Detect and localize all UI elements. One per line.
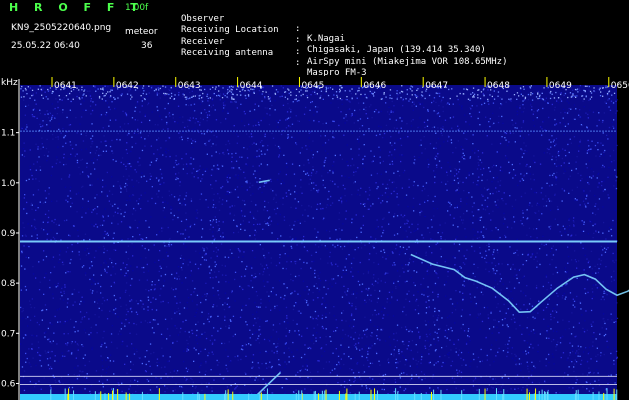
meta-row-location: Receiving Location : Chigasaki, Japan (1…	[181, 15, 486, 55]
x-tick-label: 0649	[549, 81, 572, 91]
meteor-count: 36	[141, 41, 153, 51]
spectrogram-field	[20, 85, 617, 396]
spectrogram-chart: kHz 1.1 1.0 0.9 0.8 0.7 0.6 0641 0642 0643 0644 064…	[0, 76, 629, 400]
meta-value: Chigasaki, Japan (139.414 35.340)	[307, 45, 486, 55]
app-version: 1.00f	[125, 3, 149, 13]
y-tick-label: 1.0	[1, 179, 16, 189]
x-tick-label: 0648	[487, 81, 510, 91]
capture-datetime: 25.05.22 06:40	[11, 41, 80, 51]
meteor-label: meteor	[125, 27, 158, 37]
y-tick-label: 0.7	[1, 329, 15, 339]
meta-separator: :	[295, 35, 301, 45]
meta-separator: :	[295, 47, 301, 57]
header-panel: H R O F F T 1.00f KN9_2505220640.png 25.…	[0, 0, 629, 78]
meta-value: AirSpy mini (Miakejima VOR 108.65MHz)	[307, 57, 508, 67]
meta-value: K.Nagai	[307, 34, 345, 44]
x-tick-label: 0645	[301, 81, 324, 91]
x-tick-label: 0642	[116, 81, 139, 91]
meta-key: Receiving antenna	[181, 48, 274, 58]
y-tick-label: 0.8	[1, 279, 16, 289]
x-tick-label: 0644	[240, 81, 263, 91]
x-tick-label: 0643	[178, 81, 201, 91]
y-axis-label: kHz	[1, 78, 18, 88]
y-tick-label: 1.1	[1, 129, 15, 139]
app-title: H R O F F T	[9, 1, 144, 14]
spectrogram-panel: kHz 1.1 1.0 0.9 0.8 0.7 0.6 0641 0642 0643 0644 064…	[0, 76, 629, 400]
meta-row-antenna: Receiving antenna : Maspro FM-3	[181, 38, 367, 78]
x-tick-label: 0641	[54, 81, 77, 91]
meta-separator: :	[295, 58, 301, 68]
x-tick-label: 0647	[425, 81, 448, 91]
file-name: KN9_2505220640.png	[11, 23, 112, 33]
y-tick-label: 0.6	[1, 379, 16, 389]
x-tick-label: 0650	[611, 81, 629, 91]
x-tick-label: 0646	[363, 81, 386, 91]
meta-separator: :	[295, 24, 301, 34]
y-tick-label: 0.9	[1, 229, 16, 239]
